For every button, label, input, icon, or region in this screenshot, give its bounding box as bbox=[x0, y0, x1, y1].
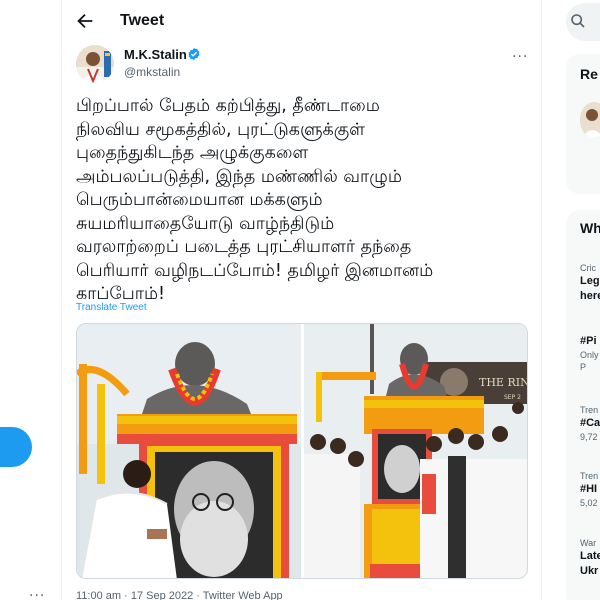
billboard-sub: SEP 2 bbox=[504, 394, 521, 401]
left-nav: ··· bbox=[0, 0, 62, 600]
trend-meta: Tren bbox=[580, 471, 599, 481]
trend-name: #HI bbox=[580, 483, 598, 495]
photo-statue-tribute[interactable] bbox=[77, 324, 301, 579]
trend-name: #Ca bbox=[580, 417, 600, 429]
trend-name: Late bbox=[580, 550, 600, 562]
trend-name-line2: Ukr bbox=[580, 565, 599, 577]
trend-name: #Pi bbox=[580, 335, 597, 347]
author-name[interactable]: M.K.Stalin bbox=[124, 47, 187, 62]
trend-desc: Only bbox=[580, 350, 599, 360]
relevant-avatar[interactable] bbox=[580, 102, 600, 138]
billboard-text: THE RINGS bbox=[479, 376, 528, 389]
compose-tweet-button[interactable] bbox=[0, 427, 32, 467]
author-handle[interactable]: @mkstalin bbox=[124, 65, 180, 79]
relevant-people-title: Re bbox=[580, 66, 598, 82]
top-bar: Tweet bbox=[62, 0, 542, 44]
trend-item[interactable]: Cric Leg here bbox=[580, 262, 600, 304]
verified-badge-icon bbox=[188, 47, 200, 61]
photo-group-tribute[interactable]: THE RINGS SEP 2 bbox=[304, 324, 528, 579]
trend-meta: Cric bbox=[580, 263, 596, 273]
trend-item[interactable]: Tren #HI 5,02 bbox=[580, 470, 598, 509]
search-icon[interactable] bbox=[570, 13, 586, 29]
tweet-media[interactable]: THE RINGS SEP 2 bbox=[76, 323, 528, 579]
page-title: Tweet bbox=[120, 12, 165, 29]
trend-name: Leg bbox=[580, 275, 600, 287]
translate-tweet-link[interactable]: Translate Tweet bbox=[76, 302, 147, 313]
trend-meta: War bbox=[580, 538, 597, 548]
arrow-left-icon[interactable] bbox=[74, 10, 96, 32]
tweet-timestamp[interactable]: 11:00 am · 17 Sep 2022 · Twitter Web App bbox=[76, 590, 283, 600]
tweet-text: பிறப்பால் பேதம் கற்பித்து, தீண்டாமை நிலவ… bbox=[76, 96, 434, 304]
author-avatar[interactable] bbox=[76, 45, 114, 83]
trend-item[interactable]: Tren #Ca 9,72 bbox=[580, 404, 600, 443]
trend-count: 5,02 bbox=[580, 498, 598, 508]
trend-name-line2: here bbox=[580, 290, 600, 302]
more-dots-icon[interactable]: ··· bbox=[29, 588, 45, 600]
more-dots-icon[interactable]: ··· bbox=[512, 49, 528, 65]
trend-item[interactable]: #Pi Only P bbox=[580, 334, 599, 373]
trend-item[interactable]: War Late Ukr bbox=[580, 537, 600, 579]
trend-meta: Tren bbox=[580, 405, 599, 415]
trends-title: Wh bbox=[580, 220, 600, 236]
main-column: Tweet M.K.Stalin @mkstalin ··· பிறப்பால்… bbox=[62, 0, 542, 600]
trend-count: P bbox=[580, 362, 587, 372]
trend-count: 9,72 bbox=[580, 432, 598, 442]
